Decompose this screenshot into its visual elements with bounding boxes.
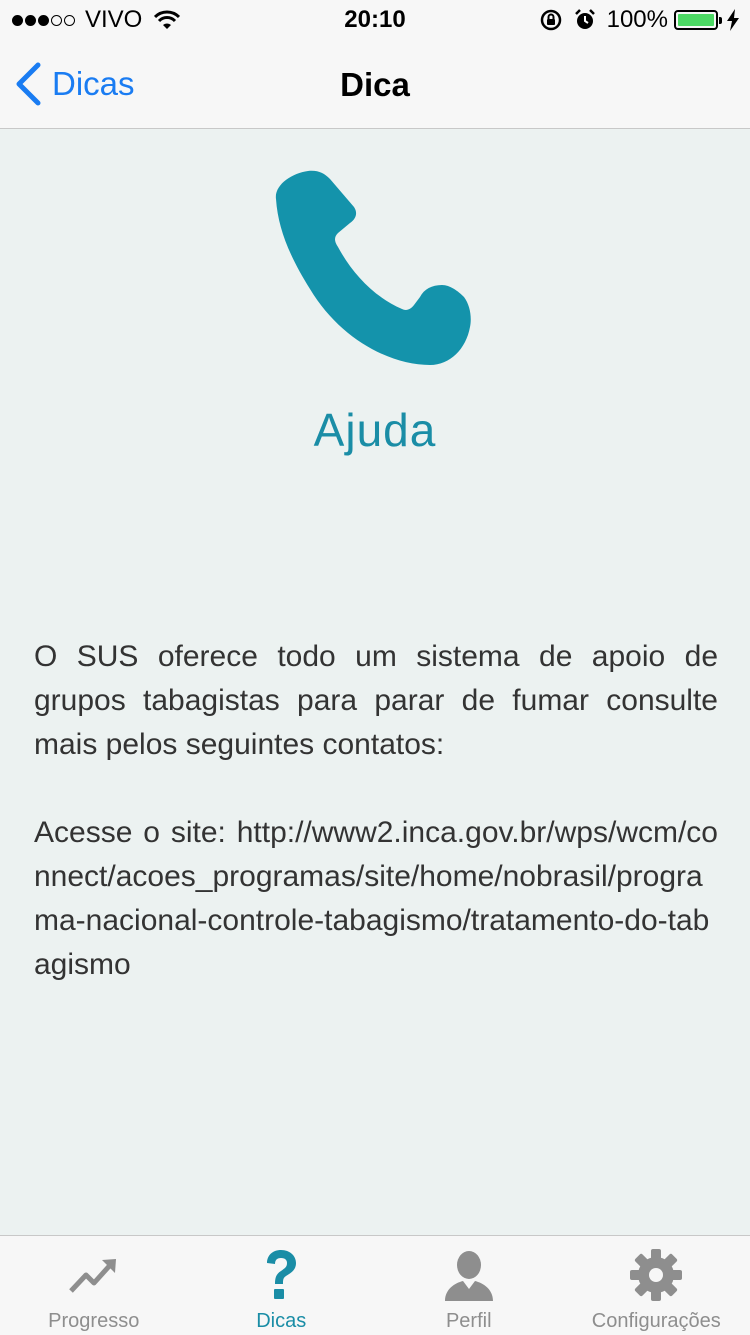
alarm-icon bbox=[573, 8, 597, 32]
page-title: Dica bbox=[0, 66, 750, 104]
tip-title: Ajuda bbox=[0, 403, 750, 457]
tab-configuracoes[interactable]: Configurações bbox=[563, 1236, 750, 1335]
charging-icon bbox=[726, 9, 740, 31]
battery-icon bbox=[674, 10, 718, 30]
gear-icon bbox=[630, 1249, 682, 1301]
trend-chart-icon bbox=[68, 1255, 120, 1295]
status-bar: VIVO 20:10 100% bbox=[0, 0, 750, 40]
status-right: 100% bbox=[539, 6, 740, 34]
tab-label: Dicas bbox=[256, 1310, 306, 1333]
tip-description: O SUS oferece todo um sistema de apoio d… bbox=[34, 635, 718, 767]
tab-progresso[interactable]: Progresso bbox=[0, 1236, 188, 1335]
navigation-bar: Dicas Dica bbox=[0, 40, 750, 129]
tab-perfil[interactable]: Perfil bbox=[375, 1236, 563, 1335]
battery-percentage: 100% bbox=[607, 6, 668, 34]
question-mark-icon bbox=[261, 1248, 301, 1302]
rotation-lock-icon bbox=[539, 8, 563, 32]
tab-dicas[interactable]: Dicas bbox=[188, 1236, 376, 1335]
person-icon bbox=[443, 1249, 495, 1301]
tab-bar: Progresso Dicas Perfil bbox=[0, 1235, 750, 1335]
tip-website-text: Acesse o site: http://www2.inca.gov.br/w… bbox=[34, 811, 718, 987]
tab-label: Progresso bbox=[48, 1310, 139, 1333]
tab-label: Perfil bbox=[446, 1310, 492, 1333]
tip-content: Ajuda O SUS oferece todo um sistema de a… bbox=[0, 129, 750, 1235]
tab-label: Configurações bbox=[592, 1310, 721, 1333]
phone-icon bbox=[270, 169, 480, 369]
